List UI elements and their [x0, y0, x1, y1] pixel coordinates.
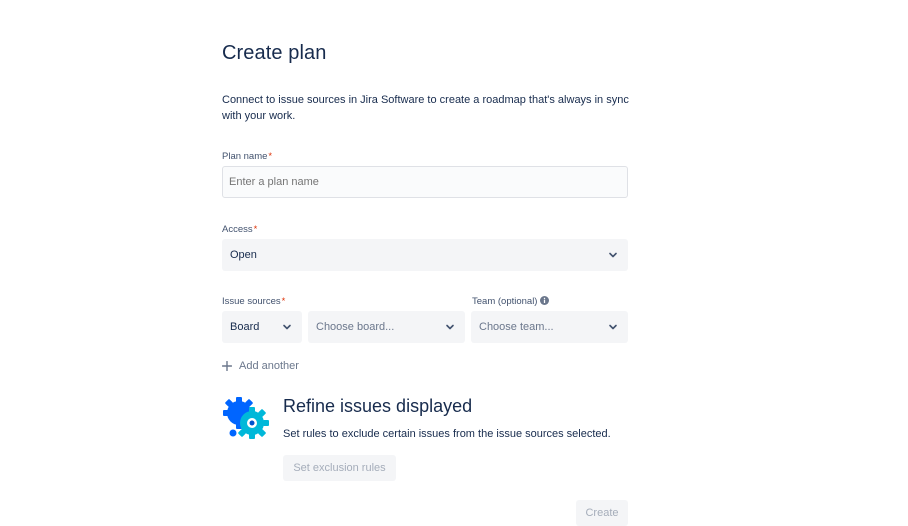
chevron-down-icon [283, 324, 291, 330]
plus-icon [222, 361, 232, 371]
board-select[interactable]: Choose board... [308, 311, 465, 343]
page-title: Create plan [222, 42, 327, 64]
chevron-down-icon [446, 324, 454, 330]
add-another-label: Add another [239, 360, 299, 372]
set-exclusion-rules-button[interactable]: Set exclusion rules [283, 455, 396, 481]
team-select-placeholder: Choose team... [479, 321, 554, 333]
required-mark: * [281, 296, 286, 307]
chevron-down-icon [609, 324, 617, 330]
issue-sources-label-text: Issue sources [222, 296, 281, 307]
plan-name-label-text: Plan name [222, 151, 268, 162]
refine-description: Set rules to exclude certain issues from… [283, 428, 611, 440]
access-label-text: Access [222, 224, 253, 235]
access-label: Access* [222, 224, 257, 235]
issue-sources-label: Issue sources* [222, 296, 285, 307]
access-select-value: Open [230, 249, 257, 261]
page-description: Connect to issue sources in Jira Softwar… [222, 94, 629, 122]
team-label-text: Team (optional) [472, 296, 538, 307]
access-select[interactable]: Open [222, 239, 628, 271]
refine-title: Refine issues displayed [283, 396, 473, 416]
info-icon[interactable] [540, 296, 550, 305]
plan-name-input[interactable] [222, 166, 628, 198]
required-mark: * [253, 224, 258, 235]
team-select[interactable]: Choose team... [471, 311, 628, 343]
plan-name-label: Plan name* [222, 151, 272, 162]
team-label: Team (optional) [472, 296, 550, 307]
board-select-placeholder: Choose board... [316, 321, 395, 333]
issue-source-type-value: Board [230, 321, 260, 333]
required-mark: * [268, 151, 273, 162]
add-another-button[interactable]: Add another [222, 360, 299, 372]
create-button[interactable]: Create [576, 500, 628, 526]
chevron-down-icon [609, 252, 617, 258]
gear-icon [223, 397, 269, 439]
issue-source-type-select[interactable]: Board [222, 311, 302, 343]
